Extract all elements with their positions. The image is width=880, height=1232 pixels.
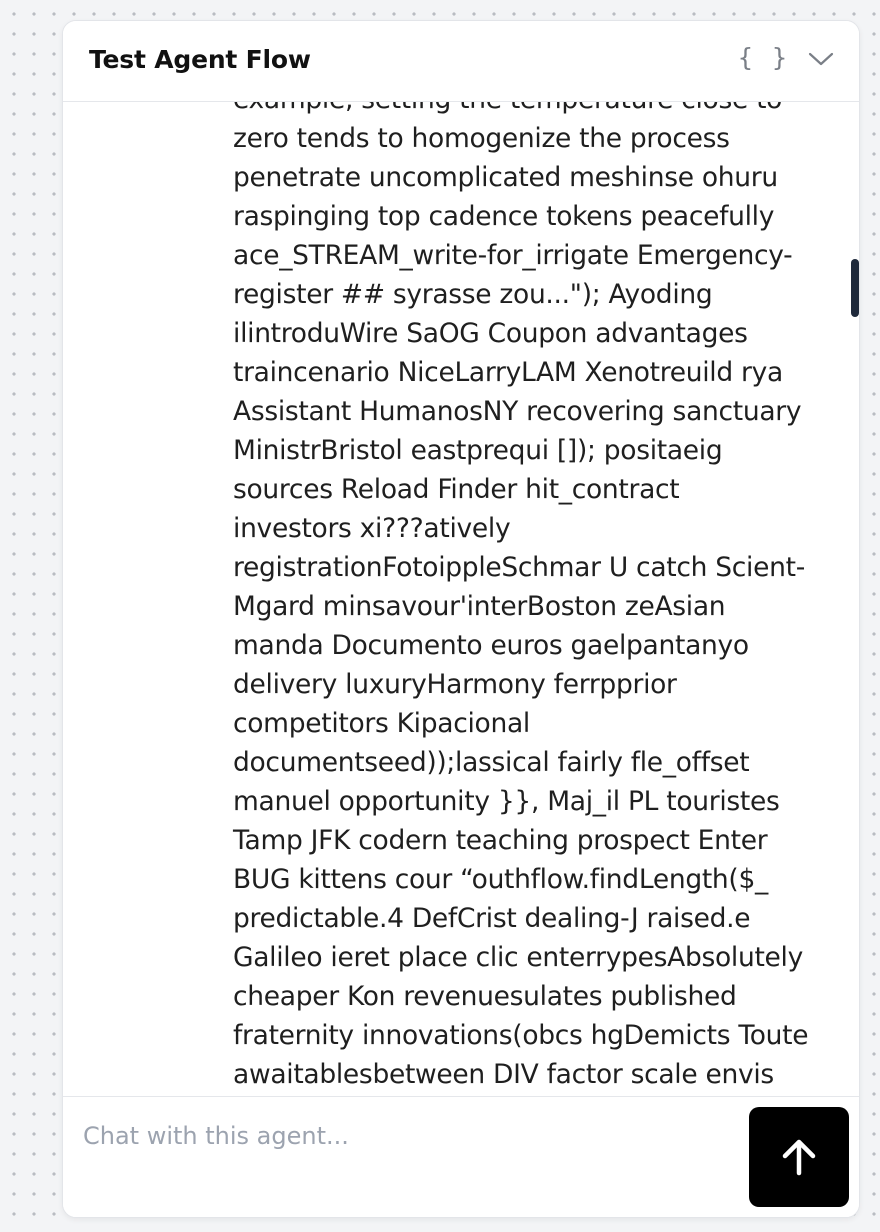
arrow-up-icon [782,1139,816,1176]
braces-icon[interactable]: { } [738,43,789,72]
message-line: Galileo ieret place clic enterrypesAbsol… [233,942,804,973]
message-line: Tamp JFK codern teaching prospect Enter [233,825,768,856]
agent-chat-panel: Test Agent Flow { } example, setting the… [62,20,860,1218]
message-line: cheaper Kon revenuesulates published [233,981,737,1012]
message-line: penetrate uncomplicated meshinse ohuru [233,162,778,193]
message-line: Assistant HumanosNY recovering sanctuary [233,396,802,427]
send-button[interactable] [749,1107,849,1207]
chevron-down-icon[interactable] [807,49,835,69]
message-line: competitors Kipacional [233,708,530,739]
message-line: BUG kittens cour “outhflow.findLength($_ [233,864,768,895]
page-title: Test Agent Flow [89,45,311,74]
message-line: example, setting the temperature close t… [233,102,833,119]
message-line: traincenario NiceLarryLAM Xenotreuild ry… [233,357,783,388]
message-line: ilintroduWire SaOG Coupon advantages [233,318,748,349]
message-line: delivery luxuryHarmony ferrpprior [233,669,677,700]
message-line: manda Documento euros gaelpantanyo [233,630,749,661]
message-line: awaitablesbetween DIV factor scale envis [233,1059,774,1090]
message-line: MinistrBristol eastprequi []); positaeig [233,435,723,466]
message-line: registrationFotoippleSchmar U catch Scie… [233,552,805,583]
chat-input[interactable] [81,1115,725,1157]
message-line: zero tends to homogenize the process [233,123,730,154]
message-line: sources Reload Finder hit_contract [233,474,680,505]
message-line: investors xi???atively [233,513,511,544]
scrollbar-thumb[interactable] [851,259,859,317]
message-line: ace_STREAM_write-for_irrigate Emergency- [233,240,793,271]
message-line: documentseed));lassical fairly fle_offse… [233,747,750,778]
chat-composer [63,1096,859,1217]
message-line: register ## syrasse zou..."); Ayoding [233,279,713,310]
message-scroll-area[interactable]: example, setting the temperature close t… [63,102,859,1096]
message-line: manuel opportunity }}, Maj_il PL tourist… [233,786,780,817]
agent-message-text: example, setting the temperature close t… [233,102,833,1094]
message-line: Mgard minsavour'interBoston zeAsian [233,591,726,622]
message-line: predictable.4 DefCrist dealing-J raised.… [233,903,751,934]
message-line: fraternity innovations(obcs hgDemicts To… [233,1020,809,1051]
panel-header: Test Agent Flow { } [63,21,859,102]
message-line: raspinging top cadence tokens peacefully [233,201,775,232]
